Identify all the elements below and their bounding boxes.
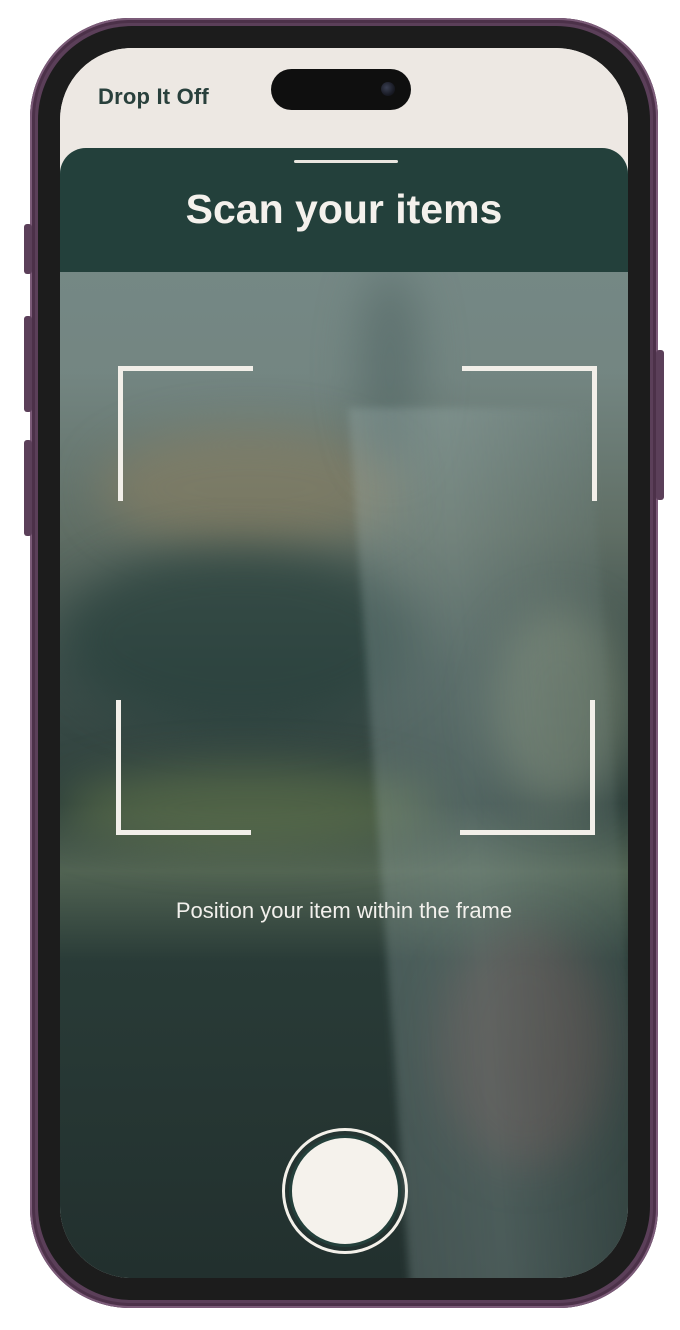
status-bar: Drop It Off: [60, 48, 628, 158]
frame-corner-top-left: [118, 366, 253, 501]
camera-viewfinder[interactable]: Scan your items Position your item withi…: [60, 148, 628, 1278]
scan-title: Scan your items: [185, 186, 503, 232]
app-name: Drop It Off: [98, 84, 209, 109]
dynamic-island: [271, 69, 411, 110]
scan-header: Scan your items: [60, 148, 628, 272]
scan-instruction: Position your item within the frame: [175, 898, 513, 923]
frame-corner-bottom-right: [460, 700, 595, 835]
phone-screen: Drop It Off Scan your items Position you…: [60, 48, 628, 1278]
volume-up-button: [24, 316, 32, 412]
frame-corner-top-right: [462, 366, 597, 501]
drag-handle[interactable]: [294, 160, 398, 163]
frame-corner-bottom-left: [116, 700, 251, 835]
volume-down-button: [24, 440, 32, 536]
action-button: [24, 224, 32, 274]
power-button: [656, 350, 664, 500]
capture-button[interactable]: [289, 1135, 401, 1247]
front-camera-icon: [381, 82, 395, 96]
